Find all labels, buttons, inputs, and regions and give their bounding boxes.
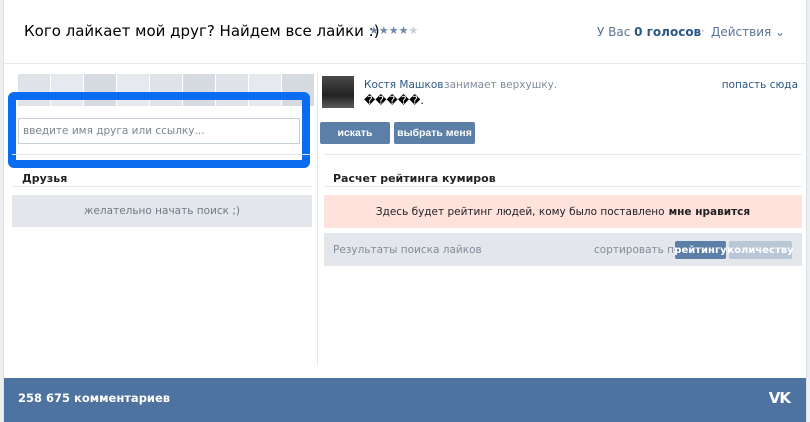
friends-title: Друзья [22, 172, 68, 185]
header-separator: · [701, 24, 705, 38]
rating-banner: Здесь будет рейтинг людей, кому было пос… [324, 195, 802, 228]
results-label: Результаты поиска лайков [333, 244, 482, 256]
get-here-link[interactable]: попасть сюда [722, 79, 798, 91]
choose-me-button[interactable]: выбрать меня [394, 122, 475, 144]
actions-menu[interactable]: Действия ⌄ [711, 25, 785, 39]
votes-info: У Вас 0 голосов [597, 25, 702, 39]
app-title: Кого лайкает мой друг? Найдем все лайки … [24, 22, 380, 40]
star-icon: ★ [398, 24, 409, 37]
app-card: Кого лайкает мой друг? Найдем все лайки … [3, 0, 807, 422]
sort-by-count-button[interactable]: количеству [727, 241, 794, 259]
feed-user-link[interactable]: Костя Машков [364, 79, 443, 91]
banner-bold-text: мне нравится [668, 205, 751, 218]
comments-count[interactable]: 258 675 комментариев [18, 391, 170, 405]
friends-hint: желательно начать поиск ;) [12, 195, 312, 227]
divider [12, 154, 312, 155]
sort-by-rating-button[interactable]: рейтингу [674, 241, 727, 259]
rating-title: Расчет рейтинга кумиров [333, 172, 496, 185]
search-highlight [8, 92, 310, 168]
star-icon: ★ [378, 24, 389, 37]
rating-stars: ★★★★★ [369, 24, 418, 37]
comments-footer[interactable]: 258 675 комментариев VK [4, 378, 806, 422]
star-icon: ★ [369, 24, 379, 37]
divider [324, 186, 802, 187]
results-bar: Результаты поиска лайков сортировать по … [324, 233, 802, 266]
divider [12, 186, 312, 187]
app-header: Кого лайкает мой друг? Найдем все лайки … [4, 0, 806, 64]
column-divider [317, 72, 318, 366]
vk-logo-icon: VK [768, 389, 791, 407]
feed-avatar[interactable] [322, 76, 354, 108]
feed-action-text: занимает верхушку. [444, 79, 558, 91]
feed-status-text: �����. [364, 94, 424, 107]
votes-count: 0 голосов [634, 25, 702, 39]
star-icon: ★ [388, 24, 399, 37]
search-button[interactable]: искать [320, 122, 390, 144]
divider [324, 154, 802, 155]
sort-label: сортировать по [594, 244, 681, 256]
star-icon: ★ [408, 24, 419, 37]
